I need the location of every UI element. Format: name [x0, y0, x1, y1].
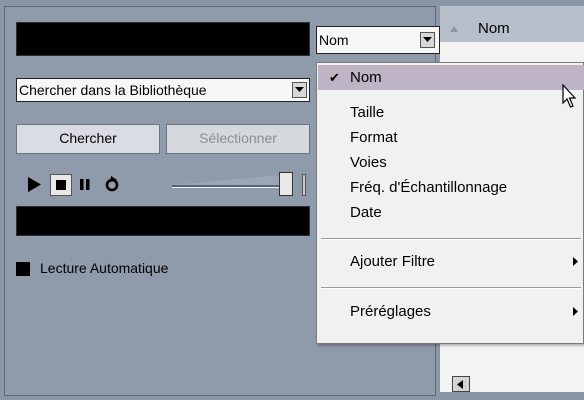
- chevron-down-icon: [423, 37, 432, 42]
- sort-field-combo[interactable]: Nom: [316, 26, 440, 54]
- menu-item-date[interactable]: Date: [318, 200, 584, 225]
- menu-separator: [321, 287, 581, 289]
- transport-controls: [16, 170, 310, 200]
- menu-item-format[interactable]: Format: [318, 125, 584, 150]
- stop-icon: [56, 180, 66, 190]
- submenu-arrow-icon: [573, 257, 578, 266]
- menu-item-voies[interactable]: Voies: [318, 150, 584, 175]
- stop-button[interactable]: [50, 174, 72, 196]
- search-scope-combo[interactable]: Chercher dans la Bibliothèque: [16, 78, 310, 102]
- sort-up-icon: [450, 26, 458, 32]
- scroll-left-icon: [457, 380, 463, 389]
- chevron-down-icon: [295, 87, 304, 92]
- submenu-arrow-icon: [573, 307, 578, 316]
- loop-icon[interactable]: [104, 176, 120, 192]
- menu-item-sample-rate[interactable]: Fréq. d'Échantillonnage: [318, 175, 584, 200]
- pause-icon[interactable]: [80, 179, 90, 190]
- sort-field-menu: ✔ Nom Taille Format Voies Fréq. d'Échant…: [316, 62, 584, 344]
- column-header-label: Nom: [478, 20, 510, 37]
- preview-status-field: [16, 206, 310, 236]
- sort-field-value: Nom: [319, 32, 349, 48]
- search-text-field[interactable]: [16, 22, 310, 56]
- sort-combo-dropdown-button[interactable]: [420, 32, 435, 48]
- volume-slider-track[interactable]: [172, 185, 292, 188]
- scope-dropdown-button[interactable]: [292, 82, 307, 98]
- play-icon[interactable]: [28, 177, 41, 192]
- menu-item-add-filter[interactable]: Ajouter Filtre: [318, 249, 584, 274]
- mouse-cursor-icon: [562, 84, 577, 108]
- search-button[interactable]: Chercher: [16, 124, 160, 154]
- select-button[interactable]: Sélectionner: [166, 124, 310, 154]
- volume-slider-thumb[interactable]: [279, 172, 293, 196]
- menu-item-nom[interactable]: ✔ Nom: [318, 65, 584, 90]
- autoplay-label: Lecture Automatique: [40, 260, 169, 276]
- scroll-left-button[interactable]: [452, 376, 470, 392]
- autoplay-checkbox[interactable]: [16, 262, 30, 276]
- results-column-header[interactable]: Nom: [440, 6, 584, 43]
- menu-item-taille[interactable]: Taille: [318, 100, 584, 125]
- menu-separator: [321, 238, 581, 240]
- search-scope-value: Chercher dans la Bibliothèque: [19, 82, 207, 98]
- volume-slider-end: [302, 174, 306, 196]
- volume-slider-ramp: [172, 174, 292, 185]
- checkmark-icon: ✔: [329, 70, 340, 85]
- menu-item-presets[interactable]: Préréglages: [318, 299, 584, 324]
